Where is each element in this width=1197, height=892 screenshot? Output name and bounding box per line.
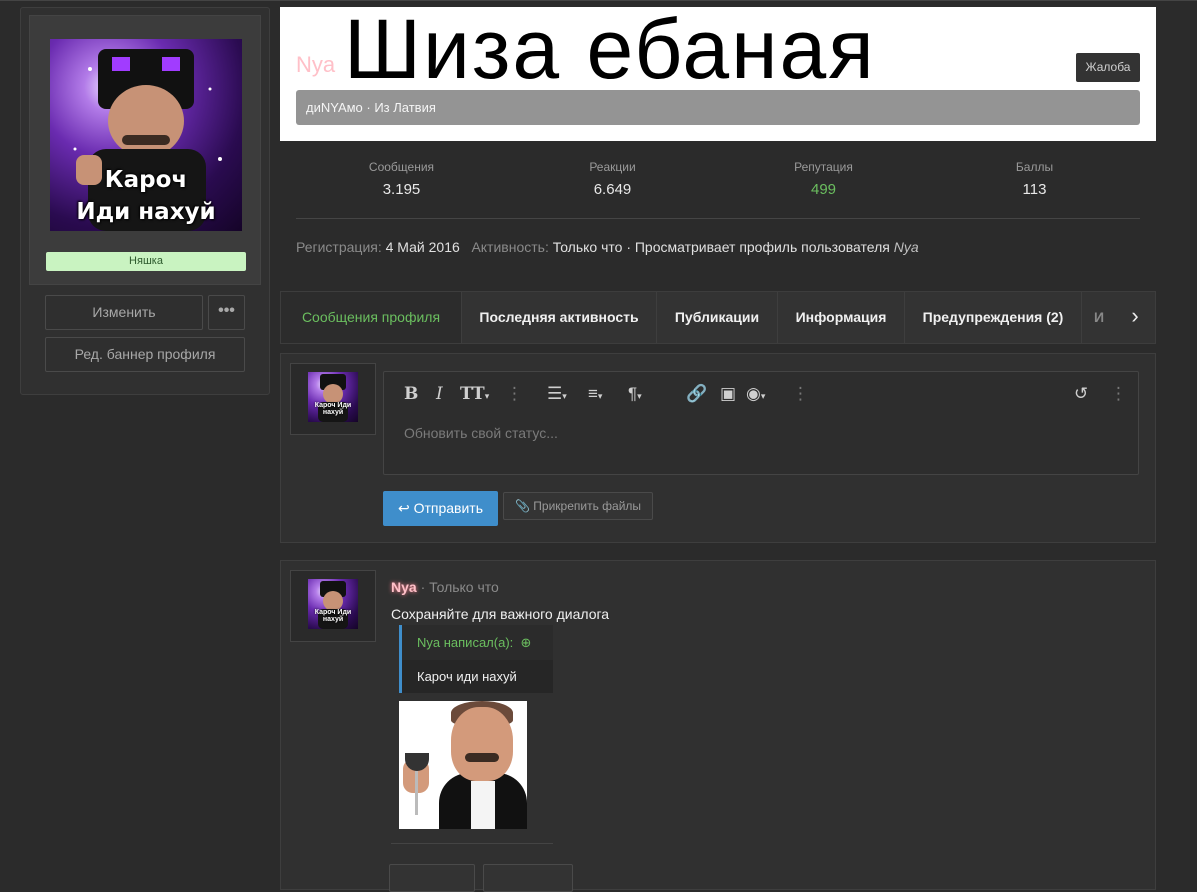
- reg-label: Регистрация:: [296, 239, 382, 255]
- stat-value: 6.649: [593, 181, 632, 198]
- post-divider: [391, 843, 553, 844]
- text-size-icon[interactable]: TT▾: [460, 384, 489, 404]
- status-editor-block: Кароч Иди нахуй B I TT▾ ⋮ ☰▾ ≡▾ ¶▾ 🔗 ▣ ◉…: [280, 353, 1156, 543]
- registration-info: Регистрация: 4 Май 2016 Активность: Толь…: [296, 239, 919, 255]
- reply-icon: ↩: [397, 500, 410, 516]
- quote-header[interactable]: Nya написал(а): ⊕: [417, 635, 531, 651]
- image-part: [451, 707, 513, 781]
- activity-target-link[interactable]: Nya: [894, 239, 919, 255]
- profile-bio: диNYAмо · Из Латвия: [296, 90, 1140, 125]
- stat-label: Репутация: [794, 160, 853, 174]
- stat-reactions[interactable]: Реакции 6.649: [507, 160, 718, 198]
- post-header: Nya · Только что: [391, 579, 499, 595]
- image-icon[interactable]: ▣: [720, 384, 736, 404]
- edit-profile-button[interactable]: Изменить: [45, 295, 203, 330]
- activity-value: Только что · Просматривает профиль польз…: [552, 239, 890, 255]
- post-author-link[interactable]: Nya: [391, 579, 417, 595]
- hide-content-icon[interactable]: ◉▾: [746, 384, 765, 404]
- stats-divider: [296, 218, 1140, 219]
- send-button-label: Отправить: [413, 500, 484, 516]
- top-border: [0, 0, 1197, 1]
- more-text-options-icon[interactable]: ⋮: [506, 384, 523, 404]
- avatar[interactable]: Кароч Иди нахуй: [308, 579, 358, 629]
- image-part: [471, 781, 495, 829]
- link-icon[interactable]: 🔗: [686, 384, 707, 404]
- profile-tabs: Сообщения профиля Последняя активность П…: [280, 291, 1156, 344]
- stat-points[interactable]: Баллы 113: [929, 160, 1140, 198]
- profile-sidebar: Кароч Иди нахуй Няшка Изменить ••• Ред. …: [20, 7, 270, 395]
- tab-about[interactable]: Информация: [778, 292, 905, 343]
- list-icon[interactable]: ☰▾: [547, 384, 567, 404]
- avatar[interactable]: Кароч Иди нахуй: [50, 39, 242, 231]
- paperclip-icon: 📎: [514, 499, 530, 513]
- user-title-badge: Няшка: [46, 252, 246, 271]
- quote-text: Кароч иди нахуй: [417, 669, 517, 684]
- quote-block: Nya написал(а): ⊕ Кароч иди нахуй: [399, 625, 553, 693]
- post-text: Сохраняйте для важного диалога: [391, 606, 610, 622]
- stat-messages[interactable]: Сообщения 3.195: [296, 160, 507, 198]
- tab-latest-activity[interactable]: Последняя активность: [462, 292, 657, 343]
- reg-date: 4 Май 2016: [385, 239, 460, 255]
- paragraph-icon[interactable]: ¶▾: [628, 384, 642, 404]
- bold-icon[interactable]: B: [404, 384, 418, 404]
- align-icon[interactable]: ≡▾: [588, 384, 602, 404]
- avatar-caption: Кароч Иди нахуй: [314, 402, 352, 416]
- post-image[interactable]: [399, 701, 527, 829]
- undo-icon[interactable]: ↺: [1074, 384, 1088, 404]
- editor-avatar-frame: Кароч Иди нахуй: [290, 363, 376, 435]
- more-options-button[interactable]: •••: [208, 295, 245, 330]
- avatar-panel: Кароч Иди нахуй Няшка: [29, 15, 261, 285]
- tab-more[interactable]: И: [1082, 292, 1117, 343]
- image-part: [415, 771, 418, 815]
- banner-text: Шиза ебаная: [344, 7, 876, 96]
- arrow-up-circle-icon[interactable]: ⊕: [517, 635, 532, 650]
- stat-reputation[interactable]: Репутация 499: [718, 160, 929, 198]
- avatar-caption-2: Иди нахуй: [76, 199, 216, 225]
- tab-profile-posts[interactable]: Сообщения профиля: [281, 292, 462, 343]
- stat-value: 113: [1022, 181, 1047, 198]
- more-insert-options-icon[interactable]: ⋮: [792, 384, 809, 404]
- attach-files-label: Прикрепить файлы: [533, 499, 642, 513]
- italic-icon[interactable]: I: [436, 384, 443, 404]
- stat-label: Баллы: [1015, 160, 1054, 174]
- profile-banner: Nya Шиза ебаная Жалоба диNYAмо · Из Латв…: [280, 7, 1156, 141]
- stat-label: Реакции: [589, 160, 636, 174]
- status-editor[interactable]: B I TT▾ ⋮ ☰▾ ≡▾ ¶▾ 🔗 ▣ ◉▾ ⋮ ↺ ⋮ Обновить…: [383, 371, 1139, 475]
- tab-warnings[interactable]: Предупреждения (2): [905, 292, 1082, 343]
- image-part: [465, 753, 499, 762]
- chevron-right-icon[interactable]: ›: [1115, 292, 1155, 343]
- more-options-icon[interactable]: ⋮: [1110, 384, 1127, 404]
- profile-post: Кароч Иди нахуй Nya · Только что Сохраня…: [280, 560, 1156, 892]
- profile-username: Nya: [296, 52, 336, 77]
- quote-body: Кароч иди нахуй: [402, 660, 553, 693]
- post-time[interactable]: · Только что: [421, 579, 499, 595]
- status-input-placeholder[interactable]: Обновить свой статус...: [404, 425, 558, 441]
- stat-value: 499: [810, 181, 837, 198]
- avatar-caption-1: Кароч: [104, 167, 188, 193]
- stat-value: 3.195: [382, 181, 421, 198]
- profile-stats: Сообщения 3.195 Реакции 6.649 Репутация …: [296, 160, 1140, 204]
- post-action-button[interactable]: [483, 864, 573, 892]
- post-action-button[interactable]: [389, 864, 475, 892]
- avatar-caption: Кароч Иди нахуй: [314, 609, 352, 623]
- send-button[interactable]: ↩ Отправить: [383, 491, 498, 526]
- stat-label: Сообщения: [368, 160, 435, 174]
- report-button[interactable]: Жалоба: [1076, 53, 1140, 82]
- tab-postings[interactable]: Публикации: [657, 292, 778, 343]
- post-avatar-frame: Кароч Иди нахуй: [290, 570, 376, 642]
- activity-label: Активность:: [471, 239, 549, 255]
- attach-files-button[interactable]: 📎 Прикрепить файлы: [503, 492, 653, 520]
- quote-author: Nya написал(а):: [417, 635, 514, 650]
- avatar[interactable]: Кароч Иди нахуй: [308, 372, 358, 422]
- edit-banner-button[interactable]: Ред. баннер профиля: [45, 337, 245, 372]
